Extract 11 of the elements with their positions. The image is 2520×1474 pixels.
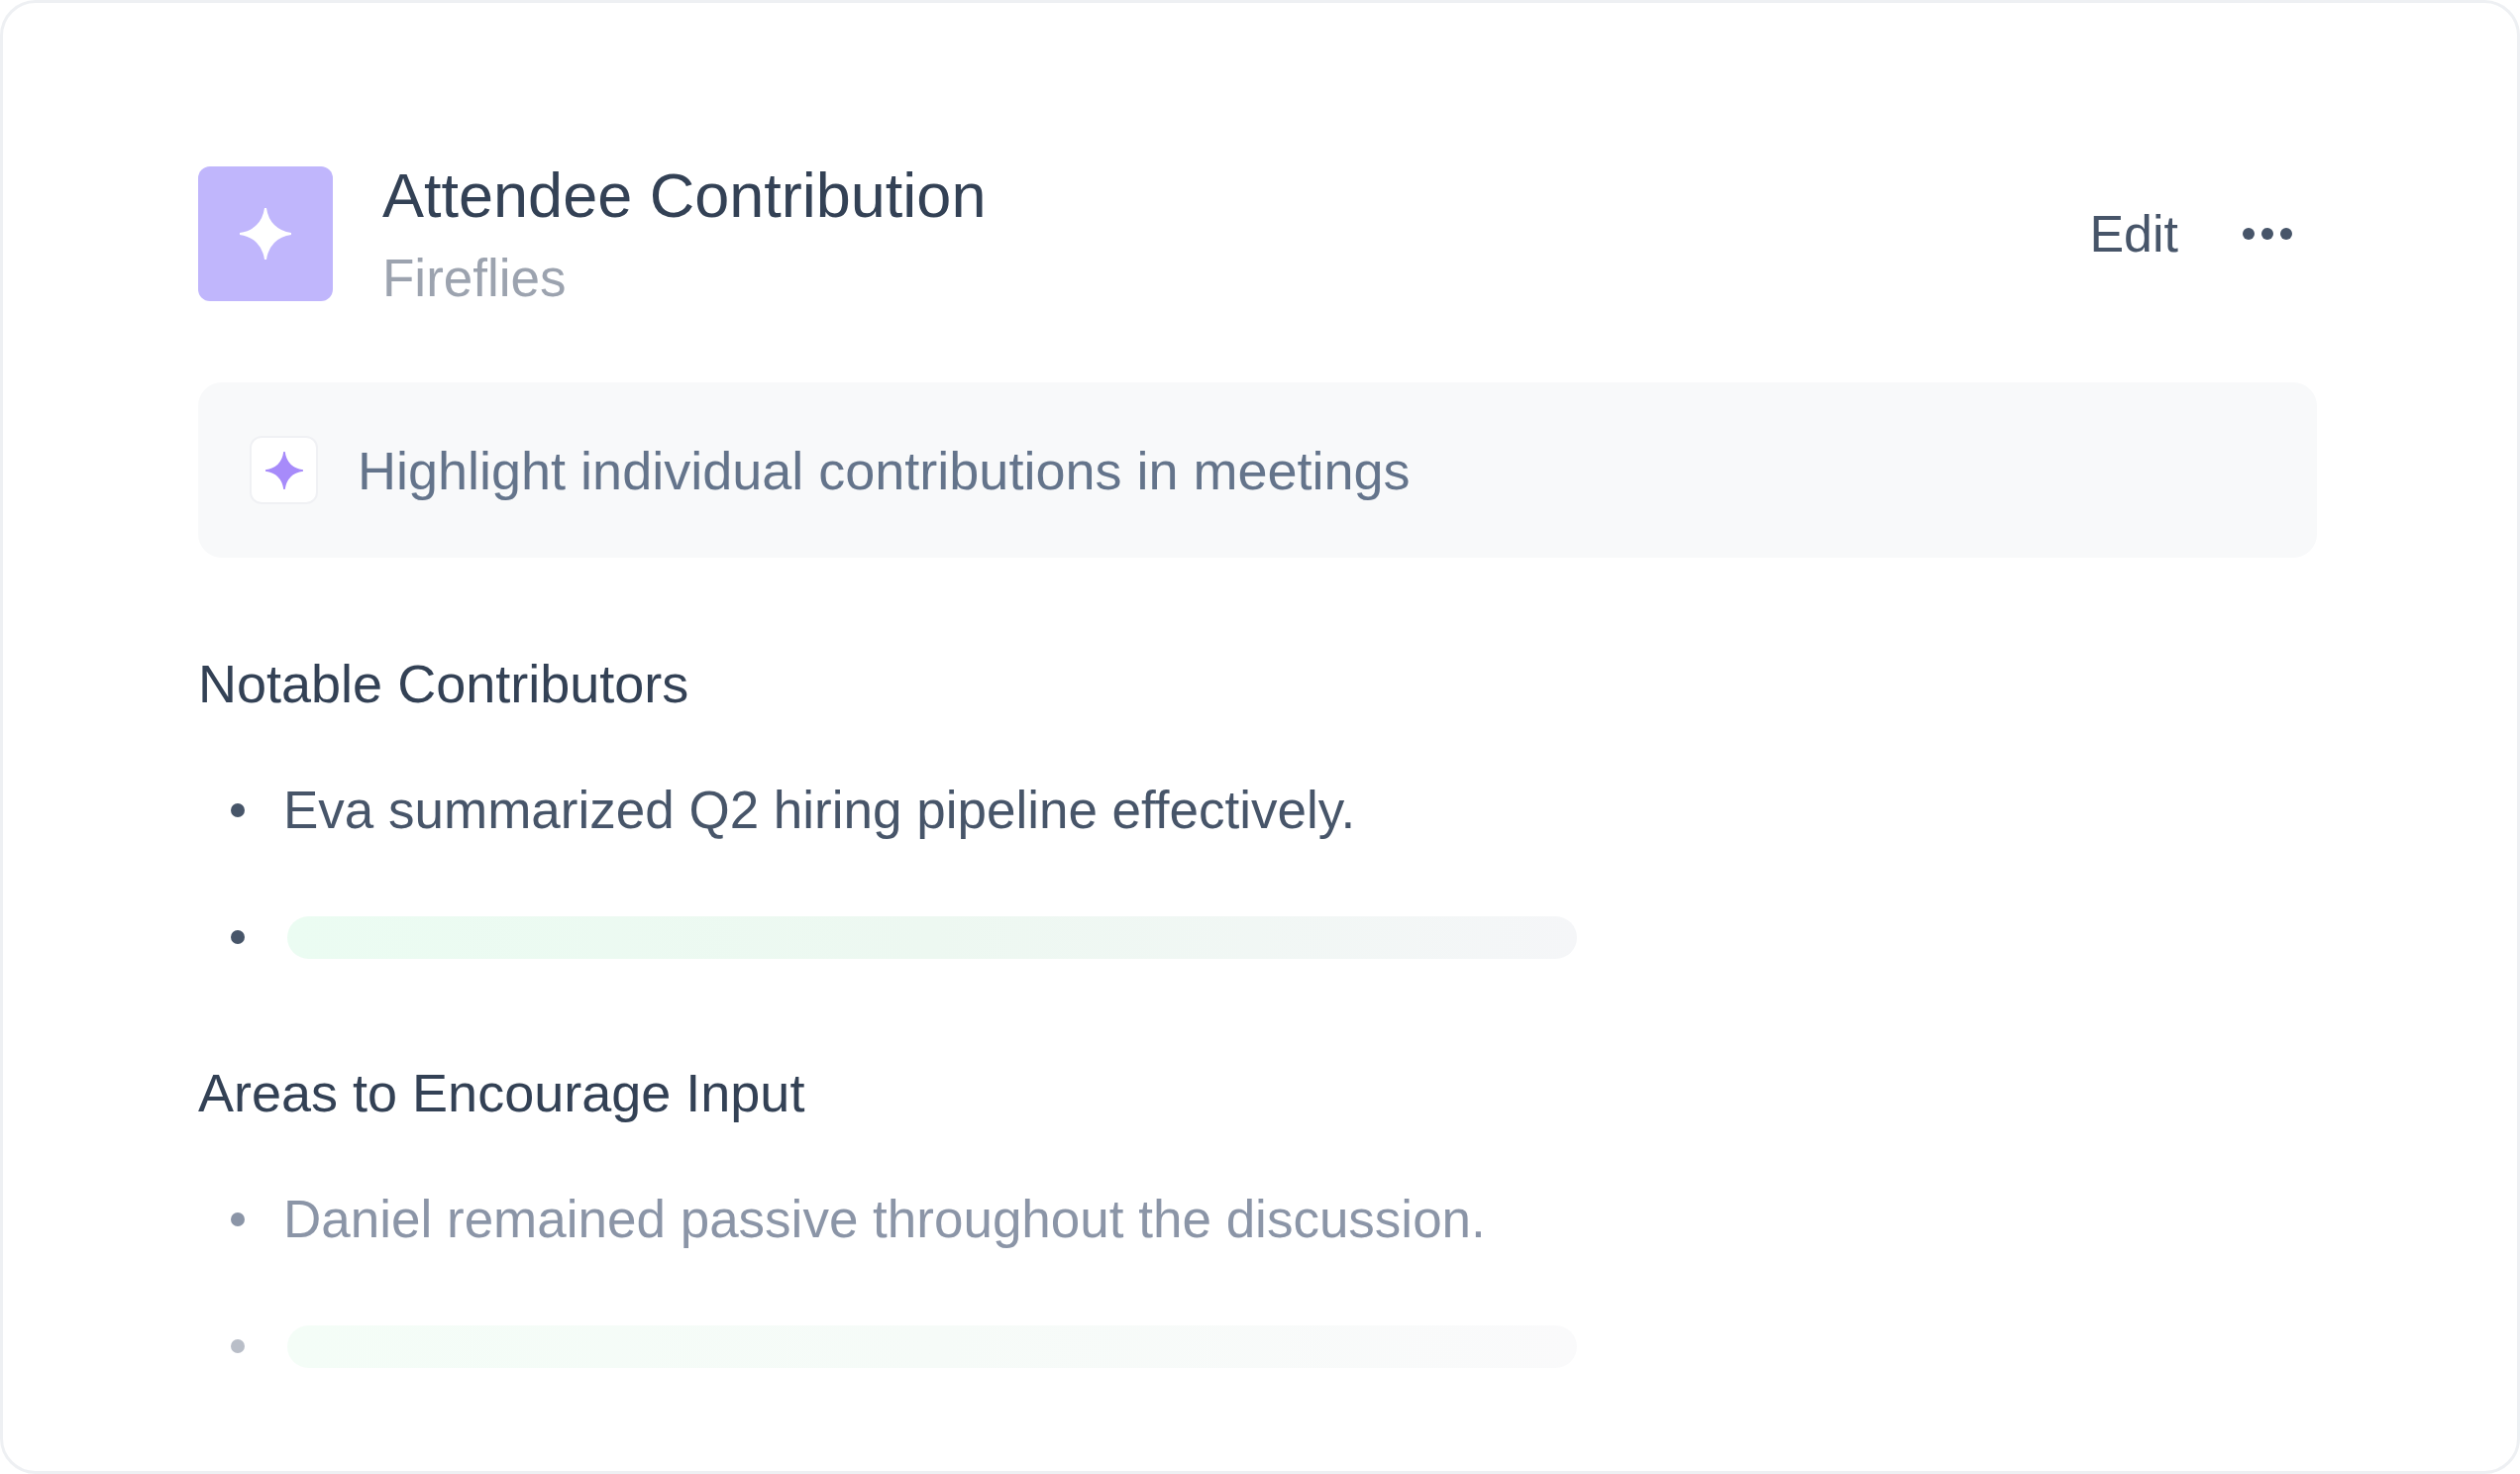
section-heading: Areas to Encourage Input (198, 1062, 805, 1124)
list-item-text: Daniel remained passive throughout the discussion. (283, 1189, 1486, 1250)
section-heading: Notable Contributors (198, 653, 689, 715)
card-title: Attendee Contribution (382, 159, 987, 231)
more-icon (2243, 228, 2292, 240)
edit-button[interactable]: Edit (2089, 204, 2178, 263)
sparkle-icon (198, 166, 333, 301)
card-subtitle: Fireflies (382, 249, 567, 308)
prompt-text: Highlight individual contributions in meetings (358, 439, 1411, 501)
list-item-text: Eva summarized Q2 hiring pipeline effectively. (283, 780, 1356, 841)
sparkle-icon (250, 436, 318, 504)
